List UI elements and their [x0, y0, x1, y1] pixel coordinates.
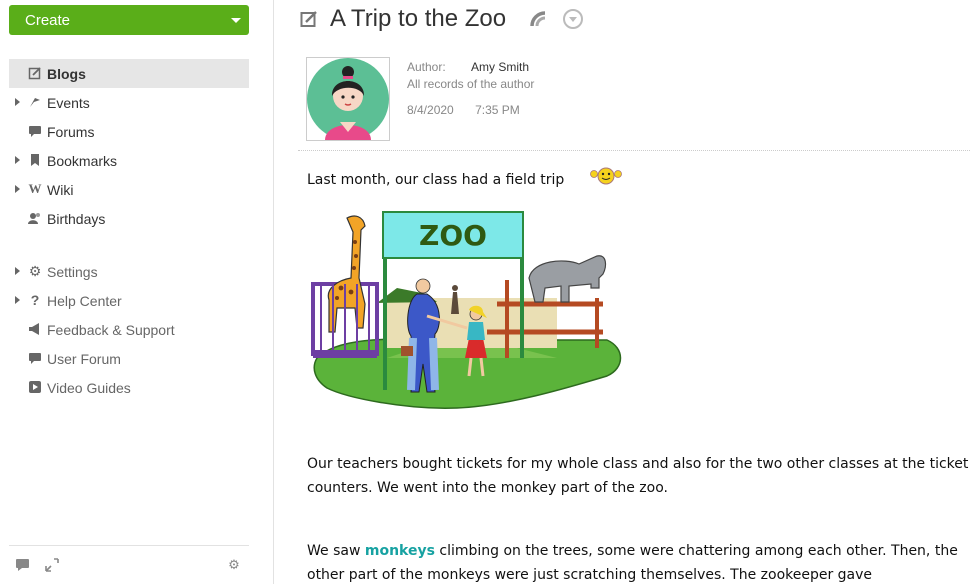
- author-meta: Author: Amy Smith All records of the aut…: [407, 60, 534, 117]
- chevron-down-icon[interactable]: [563, 9, 583, 29]
- sidebar: Create Blogs Events Forums Bookmarks W W…: [0, 0, 274, 584]
- sidebar-item-events[interactable]: Events: [9, 88, 249, 117]
- create-button[interactable]: Create: [9, 5, 249, 35]
- sidebar-item-video-guides[interactable]: Video Guides: [9, 373, 249, 402]
- forums-icon: [28, 124, 42, 138]
- sidebar-item-help-center[interactable]: ? Help Center: [9, 286, 249, 315]
- blog-icon: [28, 66, 42, 80]
- expand-icon[interactable]: [44, 557, 60, 573]
- bookmark-icon: [28, 153, 42, 167]
- expand-arrow-icon[interactable]: [15, 267, 20, 275]
- sidebar-item-bookmarks[interactable]: Bookmarks: [9, 146, 249, 175]
- sidebar-item-birthdays[interactable]: Birthdays: [9, 204, 249, 233]
- birthdays-icon: [28, 211, 42, 225]
- main-content: A Trip to the Zoo Author: Amy Smith All …: [298, 0, 977, 584]
- post-date: 8/4/2020: [407, 103, 454, 117]
- zoo-illustration: ZOO: [311, 211, 622, 409]
- sidebar-item-label: Help Center: [47, 292, 122, 309]
- sidebar-item-feedback[interactable]: Feedback & Support: [9, 315, 249, 344]
- sidebar-item-wiki[interactable]: W Wiki: [9, 175, 249, 204]
- sidebar-nav: Blogs Events Forums Bookmarks W Wiki Bir…: [9, 59, 249, 402]
- gear-icon: ⚙: [28, 263, 42, 279]
- sidebar-item-label: Forums: [47, 123, 95, 140]
- paragraph-text: We saw: [307, 543, 361, 559]
- wiki-icon: W: [28, 181, 42, 196]
- chevron-down-icon[interactable]: [231, 18, 241, 23]
- sidebar-item-label: Settings: [47, 263, 98, 280]
- comment-icon[interactable]: [15, 557, 31, 573]
- play-icon: [28, 380, 42, 394]
- post-time: 7:35 PM: [475, 103, 520, 117]
- author-label: Author:: [407, 60, 446, 74]
- post-header: A Trip to the Zoo: [298, 4, 977, 36]
- sidebar-item-label: Events: [47, 94, 90, 111]
- avatar[interactable]: [306, 57, 390, 141]
- edit-icon[interactable]: [300, 10, 318, 28]
- sidebar-item-label: Video Guides: [47, 379, 131, 396]
- create-label: Create: [25, 11, 71, 29]
- paragraph-monkeys: We saw monkeys climbing on the trees, so…: [307, 539, 971, 584]
- expand-arrow-icon[interactable]: [15, 185, 20, 193]
- sidebar-footer: ⚙: [9, 545, 249, 584]
- author-name[interactable]: Amy Smith: [471, 60, 529, 74]
- sidebar-item-blogs[interactable]: Blogs: [9, 59, 249, 88]
- sidebar-item-forums[interactable]: Forums: [9, 117, 249, 146]
- rss-icon[interactable]: [529, 10, 547, 28]
- all-records-link[interactable]: All records of the author: [407, 77, 534, 91]
- chat-icon: [28, 351, 42, 365]
- page-title: A Trip to the Zoo: [330, 5, 507, 32]
- sidebar-item-label: Blogs: [47, 65, 86, 82]
- sidebar-item-user-forum[interactable]: User Forum: [9, 344, 249, 373]
- divider: [298, 150, 970, 151]
- expand-arrow-icon[interactable]: [15, 98, 20, 106]
- paragraph-tickets: Our teachers bought tickets for my whole…: [307, 456, 969, 496]
- sidebar-item-label: Feedback & Support: [47, 321, 175, 338]
- sidebar-item-label: User Forum: [47, 350, 121, 367]
- sidebar-item-label: Birthdays: [47, 210, 106, 227]
- zoo-sign-text: ZOO: [419, 219, 487, 252]
- sidebar-item-settings[interactable]: ⚙ Settings: [9, 257, 249, 286]
- sidebar-item-label: Bookmarks: [47, 152, 118, 169]
- events-icon: [28, 95, 42, 109]
- question-icon: ?: [30, 292, 40, 308]
- megaphone-icon: [28, 322, 42, 336]
- monkeys-link[interactable]: monkeys: [365, 543, 435, 559]
- paragraph-intro: Last month, our class had a field trip: [307, 172, 565, 188]
- sidebar-item-label: Wiki: [47, 181, 74, 198]
- expand-arrow-icon[interactable]: [15, 296, 20, 304]
- smiley-icon: [589, 166, 623, 186]
- gear-icon[interactable]: ⚙: [226, 557, 242, 573]
- expand-arrow-icon[interactable]: [15, 156, 20, 164]
